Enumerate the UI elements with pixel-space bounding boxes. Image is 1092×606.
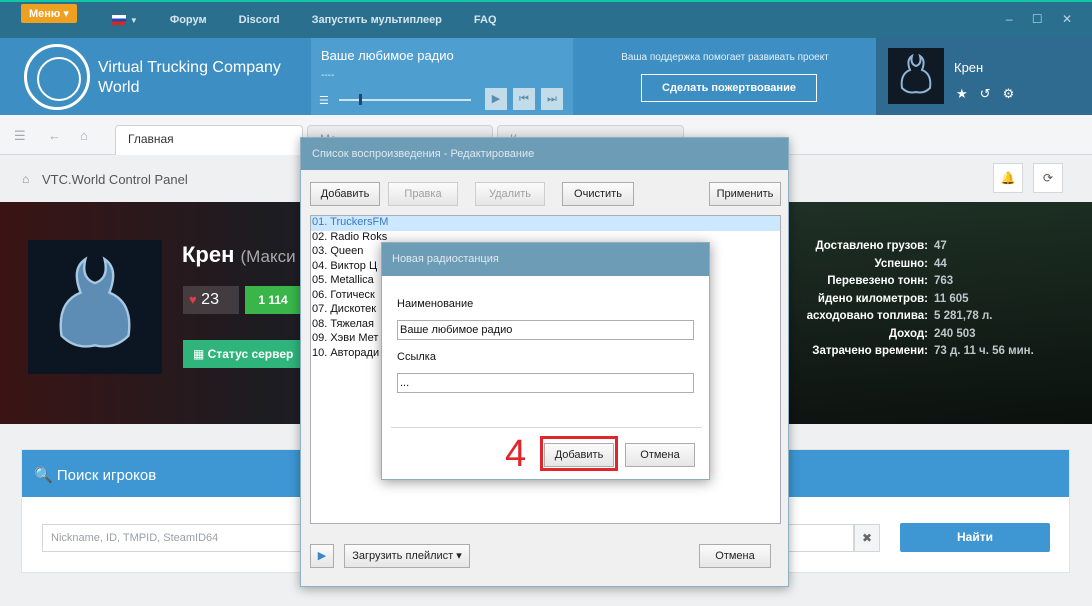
stat-value: 47 — [934, 240, 947, 252]
page-title: VTC.World Control Panel — [42, 172, 188, 187]
profile-panel: Крен ★↺⚙ — [876, 38, 1092, 115]
player-name-main: Крен — [182, 242, 235, 267]
clear-search-button[interactable]: ✖ — [854, 524, 880, 552]
player-search-title: Поиск игроков — [56, 467, 157, 484]
load-playlist-button[interactable]: Загрузить плейлист ▾ — [344, 544, 470, 568]
station-name-label: Наименование — [397, 298, 474, 310]
stat-value: 44 — [934, 257, 947, 270]
load-playlist-label: Загрузить плейлист — [352, 550, 454, 562]
station-link-field[interactable]: ... — [397, 373, 694, 393]
list-item[interactable]: 01. TruckersFM — [311, 216, 780, 231]
playlist-delete-button[interactable]: Удалить — [475, 182, 545, 206]
menu-label: Меню — [29, 7, 61, 20]
player-name-suffix: (Макси — [240, 247, 296, 266]
support-text: Ваша поддержка помогает развивать проект — [621, 52, 829, 63]
play-icon[interactable]: ▶ — [485, 88, 507, 110]
playlist-icon[interactable]: ☰ — [319, 94, 329, 107]
station-link-label: Ссылка — [397, 351, 436, 363]
stat-label: Успешно: — [874, 257, 928, 270]
bull-avatar-icon — [900, 53, 932, 94]
refresh-icon[interactable]: ⟳ — [1033, 163, 1063, 193]
discord-link[interactable]: Discord — [239, 14, 280, 26]
likes-counter[interactable]: ♥ 23 — [183, 286, 239, 314]
globe-logo-icon — [24, 44, 90, 110]
forum-link[interactable]: Форум — [170, 14, 207, 26]
stat-row: йдено километров: 11 605 — [788, 293, 1088, 311]
donate-button[interactable]: Сделать пожертвование — [641, 74, 817, 102]
stat-label: Затрачено времени: — [812, 345, 928, 357]
caret-down-icon: ▾ — [456, 550, 462, 562]
stats-list: Доставлено грузов: 47 Успешно: 44 Перевезе… — [788, 240, 1088, 363]
playlist-edit-button[interactable]: Правка — [388, 182, 458, 206]
previous-icon[interactable]: ⏮ — [513, 88, 535, 110]
playlist-clear-button[interactable]: Очистить — [562, 182, 634, 206]
faq-link[interactable]: FAQ — [474, 14, 497, 26]
stat-label: Перевезено тонн: — [827, 275, 928, 287]
step-number-annotation: 4 — [505, 433, 527, 475]
green-counter: 1 114 — [245, 286, 301, 314]
station-name-field[interactable]: Ваше любимое радио — [397, 320, 694, 340]
window-controls[interactable]: – ☐ ✕ — [1006, 12, 1080, 26]
player-name: Крен (Макси — [182, 242, 296, 268]
radio-title: Ваше любимое радио — [321, 48, 454, 63]
stat-value: 240 503 — [934, 327, 976, 340]
server-status-button[interactable]: ▦ Статус сервер — [183, 340, 313, 368]
brand-line-1: Virtual Trucking Company — [98, 59, 281, 76]
hamburger-icon[interactable]: ☰ — [14, 128, 26, 144]
tab-main[interactable]: Главная — [115, 125, 303, 155]
stat-row: Затрачено времени: 73 д. 11 ч. 56 мин. — [788, 345, 1088, 363]
playlist-dialog-title: Список воспроизведения - Редактирование — [301, 138, 788, 170]
russian-flag-icon[interactable] — [111, 15, 126, 25]
menu-button[interactable]: Меню ▾ — [21, 3, 77, 23]
volume-slider-handle[interactable] — [359, 94, 362, 105]
heart-icon: ♥ — [189, 292, 197, 307]
stat-label: асходовано топлива: — [806, 310, 928, 322]
home-icon[interactable]: ⌂ — [22, 172, 29, 186]
stat-label: Доход: — [888, 327, 928, 340]
history-icon[interactable]: ↺ — [980, 86, 1003, 101]
likes-count: 23 — [201, 291, 219, 308]
brand-name: Virtual Trucking Company World — [98, 58, 281, 98]
playlist-add-button[interactable]: Добавить — [310, 182, 380, 206]
brand-line-2: World — [98, 79, 140, 96]
launch-multiplayer-link[interactable]: Запустить мультиплеер — [312, 14, 442, 26]
stat-row: асходовано топлива: 5 281,78 л. — [788, 310, 1088, 328]
back-arrow-icon[interactable]: ← — [48, 128, 61, 143]
search-icon: 🔍 — [34, 467, 53, 484]
server-status-label: Статус сервер — [207, 347, 294, 361]
avatar[interactable] — [888, 48, 944, 104]
stat-row: Перевезено тонн: 763 — [788, 275, 1088, 293]
bell-icon[interactable]: 🔔 — [993, 163, 1023, 193]
stat-label: Доставлено грузов: — [815, 240, 928, 252]
find-button[interactable]: Найти — [900, 523, 1050, 552]
profile-icons: ★↺⚙ — [956, 86, 1026, 102]
stat-row: Доход: 240 503 — [788, 328, 1088, 346]
stat-value: 11 605 — [934, 292, 969, 305]
play-icon[interactable]: ▶ — [310, 544, 334, 568]
star-icon[interactable]: ★ — [956, 86, 980, 101]
banner-avatar — [28, 240, 162, 374]
new-station-dialog-title: Новая радиостанция — [382, 243, 709, 276]
home-icon[interactable]: ⌂ — [80, 128, 88, 143]
playlist-apply-button[interactable]: Применить — [709, 182, 781, 206]
app-header: Virtual Trucking Company World Ваше люби… — [0, 38, 1092, 115]
stat-row: Доставлено грузов: 47 — [788, 240, 1088, 258]
stat-value: 763 — [934, 275, 954, 287]
playlist-cancel-button[interactable]: Отмена — [699, 544, 771, 568]
stat-label: йдено километров: — [817, 292, 928, 305]
top-menu-bar: Меню ▾ ▼ Форум Discord Запустить мультип… — [0, 0, 1092, 38]
profile-name: Крен — [954, 60, 984, 75]
dialog-divider — [391, 427, 702, 428]
bull-emblem-icon — [59, 256, 131, 348]
gear-icon[interactable]: ⚙ — [1003, 86, 1027, 101]
step-highlight-box — [540, 436, 618, 471]
station-cancel-button[interactable]: Отмена — [625, 443, 695, 467]
radio-player: Ваше любимое радио ---- ☰ ▶ ⏮ ⏭ — [311, 38, 573, 115]
stat-row: Успешно: 44 — [788, 258, 1088, 276]
stat-value: 5 281,78 л. — [934, 310, 993, 322]
radio-subtitle: ---- — [321, 70, 335, 81]
stat-value: 73 д. 11 ч. 56 мин. — [934, 345, 1034, 357]
chevron-down-icon[interactable]: ▼ — [130, 16, 138, 25]
next-icon[interactable]: ⏭ — [541, 88, 563, 110]
